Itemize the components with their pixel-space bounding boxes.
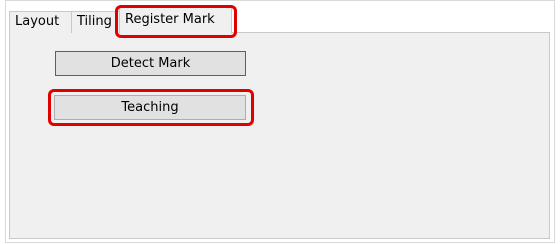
tab-register-mark-label: Register Mark bbox=[125, 12, 215, 27]
detect-mark-button[interactable]: Detect Mark bbox=[55, 51, 246, 76]
register-mark-dialog: Layout Tiling Register Mark Detect Mark … bbox=[0, 0, 560, 244]
teaching-button[interactable]: Teaching bbox=[54, 95, 246, 120]
tab-tiling[interactable]: Tiling bbox=[71, 11, 121, 33]
teaching-button-label: Teaching bbox=[121, 100, 179, 115]
tab-tiling-label: Tiling bbox=[77, 14, 112, 29]
detect-mark-button-label: Detect Mark bbox=[110, 56, 191, 71]
tab-register-mark[interactable]: Register Mark bbox=[119, 7, 232, 34]
tab-layout[interactable]: Layout bbox=[9, 11, 72, 33]
tab-layout-label: Layout bbox=[15, 14, 60, 29]
